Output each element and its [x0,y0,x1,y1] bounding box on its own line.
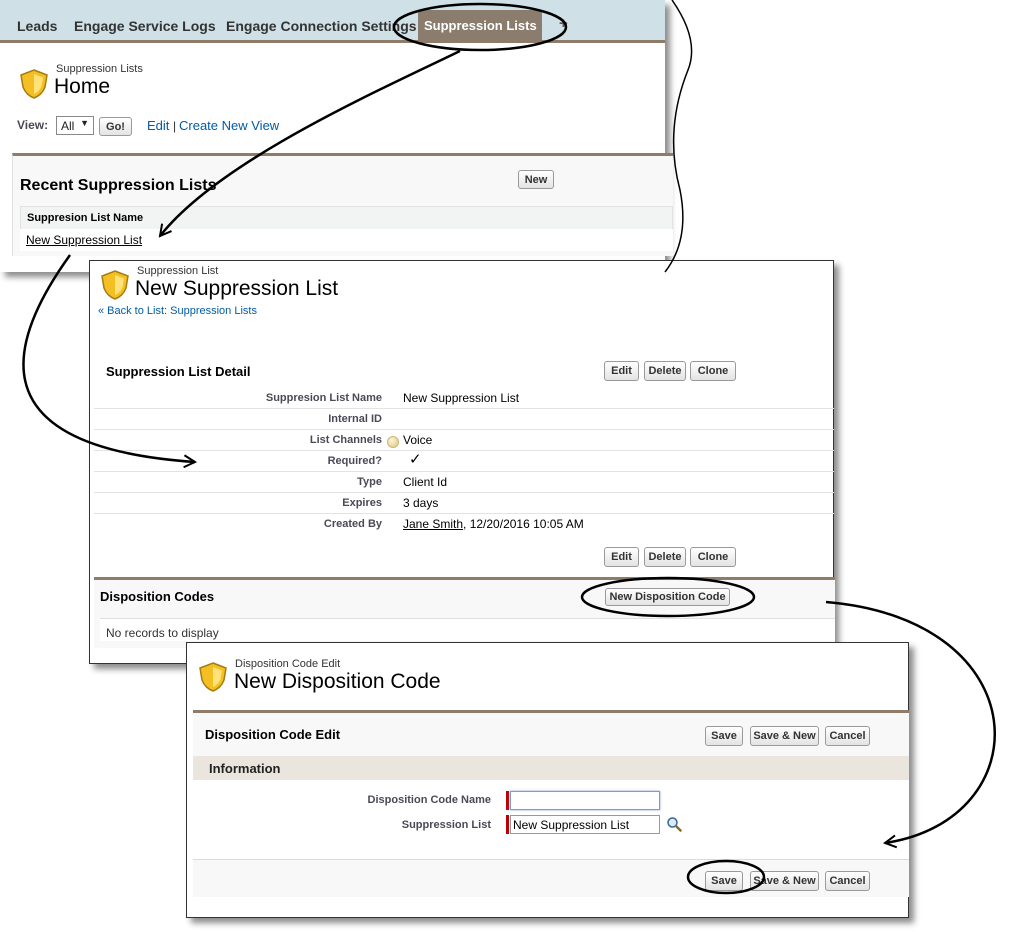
back-to-list-link[interactable]: « Back to List: Suppression Lists [98,305,257,317]
edit-button[interactable]: Edit [604,547,639,567]
tab-engage-service-logs[interactable]: Engage Service Logs [74,18,216,34]
page-title: Home [54,75,111,98]
edit-section-title: Disposition Code Edit [205,727,341,742]
form-footer: Save Save & New Cancel [193,859,909,898]
field-row: Required? ✓ [94,450,834,472]
page-title: New Suppression List [135,277,339,300]
created-by-date: , 12/20/2016 10:05 AM [463,517,584,531]
disposition-codes-related-list: Disposition Codes New Disposition Code N… [94,577,835,648]
field-row: List Channels Voice [94,429,834,451]
suppression-lists-home-panel: Leads Engage Service Logs Engage Connect… [0,0,673,272]
new-button[interactable]: New [518,170,554,189]
suppression-list-lookup-input[interactable] [510,815,660,834]
field-value: Client Id [403,475,448,489]
field-row: Suppresion List Name New Suppression Lis… [94,387,834,409]
recent-items-section: Recent Suppression Lists New Suppresion … [12,153,673,256]
column-header-name[interactable]: Suppresion List Name [27,212,143,224]
save-button[interactable]: Save [705,726,743,746]
object-label: Disposition Code Edit [235,658,341,670]
chevron-down-icon: ▼ [80,118,89,128]
field-value: New Suppression List [403,391,520,405]
field-label: List Channels [309,434,382,446]
field-label: Internal ID [328,413,382,425]
field-row: Expires 3 days [94,492,834,514]
information-header-label: Information [209,761,281,776]
field-label: Type [357,476,382,488]
disposition-code-edit-panel: Disposition Code Edit New Disposition Co… [186,642,909,918]
detail-fields: Suppresion List Name New Suppression Lis… [94,387,834,537]
empty-list-text: No records to display [106,626,219,640]
suppression-list-link[interactable]: New Suppression List [26,233,142,247]
field-value: 3 days [403,496,439,510]
required-indicator [506,815,509,834]
field-value: Jane Smith, 12/20/2016 10:05 AM [403,517,584,531]
clone-button[interactable]: Clone [690,547,736,567]
shield-icon [199,662,227,692]
view-select-value: All [61,119,75,133]
field-label: Expires [342,497,382,509]
lookup-icon[interactable] [666,816,682,832]
detail-section-title: Suppression List Detail [106,364,251,379]
view-select[interactable]: All ▼ [56,116,94,135]
go-button[interactable]: Go! [99,117,132,136]
field-label: Suppresion List Name [265,392,382,404]
related-list-title: Disposition Codes [100,589,215,604]
create-new-view-link[interactable]: Create New View [179,118,279,133]
edit-view-link[interactable]: Edit [147,118,169,133]
save-and-new-button[interactable]: Save & New [750,726,819,746]
cancel-button[interactable]: Cancel [825,726,870,746]
suppression-list-detail-panel: Suppression List New Suppression List « … [89,260,835,664]
checkmark-icon: ✓ [409,451,422,468]
delete-button[interactable]: Delete [644,361,686,381]
shield-icon [20,69,48,99]
recent-section-title: Recent Suppression Lists [20,177,217,194]
field-label: Required? [327,455,382,467]
edit-button[interactable]: Edit [604,361,639,381]
add-tab-icon[interactable]: + [559,15,568,32]
shield-icon [101,270,129,300]
list-header-row: Suppresion List Name [20,206,673,230]
new-disposition-code-button[interactable]: New Disposition Code [605,588,730,606]
view-label: View: [17,118,49,132]
page-title: New Disposition Code [234,670,441,693]
list-item: New Suppression List [20,229,673,251]
help-bubble-icon[interactable] [387,436,399,448]
link-separator: | [173,119,177,133]
delete-button[interactable]: Delete [644,547,686,567]
field-label: Created By [323,518,382,530]
suppression-list-label: Suppression List [401,819,491,831]
tab-bar: Leads Engage Service Logs Engage Connect… [0,0,665,43]
empty-list-row: No records to display [100,618,835,641]
field-row: Created By Jane Smith, 12/20/2016 10:05 … [94,513,834,534]
save-and-new-button[interactable]: Save & New [750,871,819,891]
field-row: Type Client Id [94,471,834,493]
clone-button[interactable]: Clone [690,361,736,381]
tab-suppression-lists[interactable]: Suppression Lists [418,10,542,40]
required-indicator [506,791,509,810]
cancel-button[interactable]: Cancel [825,871,870,891]
object-label: Suppression List [137,265,219,277]
created-by-user-link[interactable]: Jane Smith [403,517,463,531]
field-value: Voice [403,433,433,447]
object-label: Suppression Lists [56,63,143,75]
disposition-code-name-input[interactable] [510,791,660,810]
tab-suppression-lists-label: Suppression Lists [424,18,537,33]
tab-leads[interactable]: Leads [17,18,57,34]
disposition-code-name-label: Disposition Code Name [367,794,491,806]
information-section-header: Information [193,756,909,780]
save-button[interactable]: Save [705,871,743,891]
edit-form-block: Disposition Code Edit Save Save & New Ca… [193,710,909,897]
tab-engage-connection-settings[interactable]: Engage Connection Settings [226,18,417,34]
field-row: Internal ID [94,408,834,430]
form-fields: Disposition Code Name Suppression List [193,780,909,859]
